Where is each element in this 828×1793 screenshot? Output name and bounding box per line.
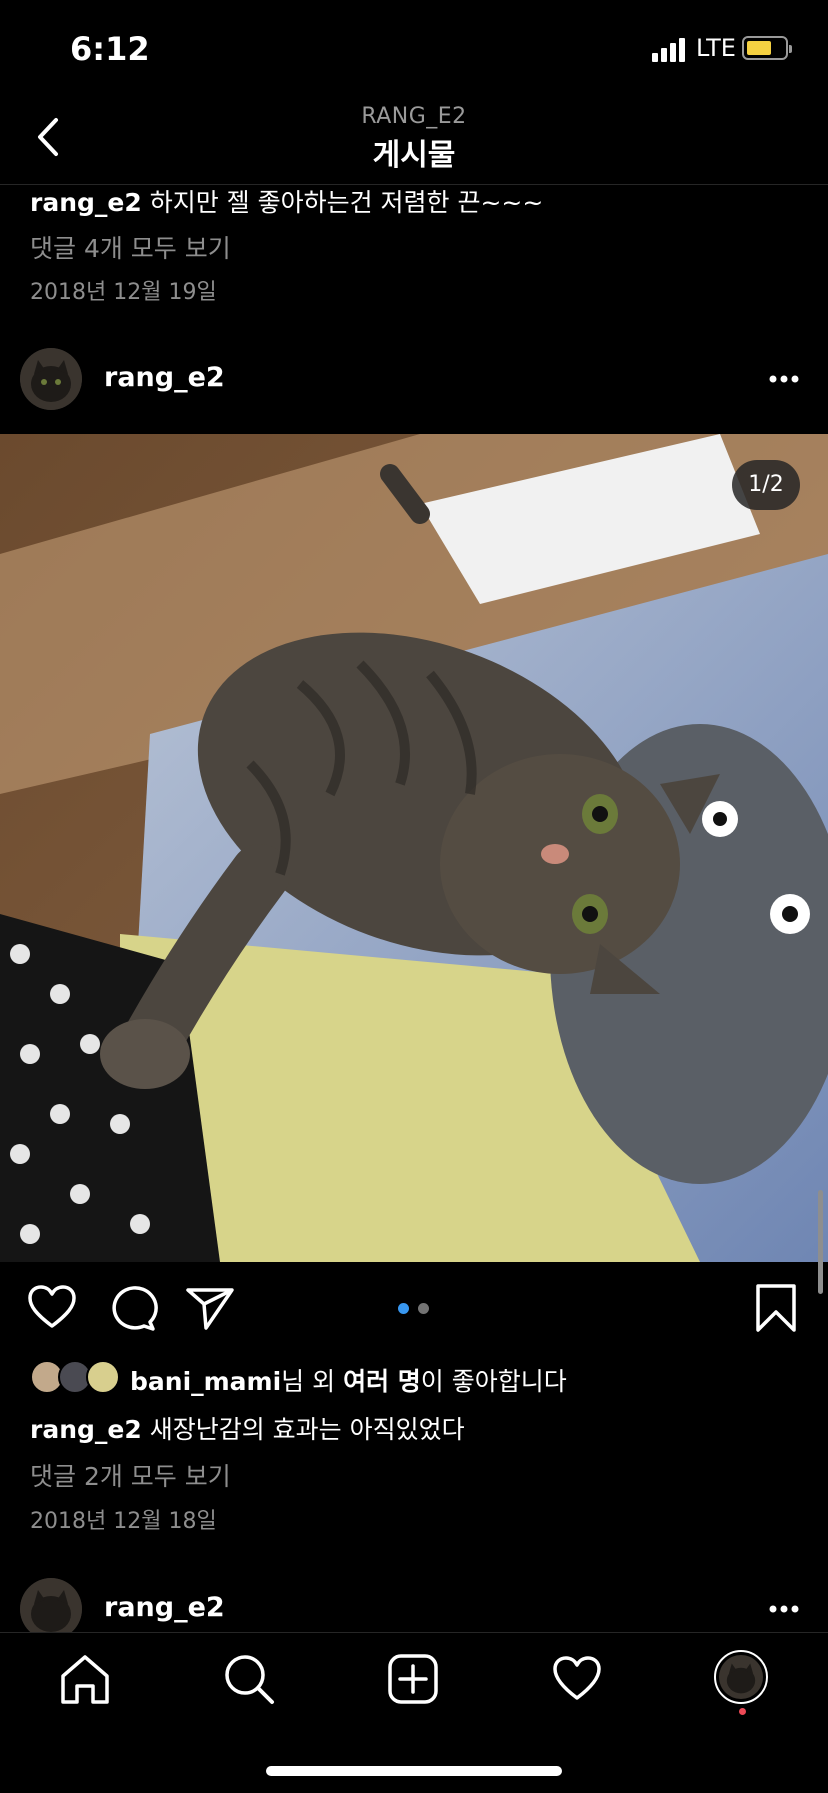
likes-suffix: 이 좋아합니다	[420, 1367, 567, 1396]
status-time: 6:12	[70, 30, 150, 68]
more-options-icon[interactable]	[768, 374, 800, 384]
view-comments-link[interactable]: 댓글 2개 모두 보기	[30, 1457, 231, 1493]
post-username[interactable]: rang_e2	[104, 362, 225, 393]
liker-username[interactable]: bani_mami	[130, 1367, 281, 1396]
caption-text: 새장난감의 효과는 아직있었다	[141, 1415, 465, 1444]
profile-tab[interactable]	[714, 1650, 768, 1704]
carousel-dot	[398, 1303, 409, 1314]
post-caption: rang_e2 새장난감의 효과는 아직있었다	[30, 1410, 465, 1446]
likes-others[interactable]: 여러 명	[343, 1367, 421, 1396]
comment-icon[interactable]	[106, 1282, 158, 1334]
photo-counter: 1/2	[732, 460, 800, 510]
header-username: RANG_E2	[361, 104, 467, 129]
likes-summary[interactable]: bani_mami님 외 여러 명이 좋아합니다	[130, 1362, 567, 1398]
share-icon[interactable]	[184, 1282, 236, 1334]
post-username[interactable]: rang_e2	[104, 1592, 225, 1623]
view-comments-link[interactable]: 댓글 4개 모두 보기	[30, 229, 231, 265]
search-icon[interactable]	[222, 1652, 276, 1706]
profile-avatar	[719, 1655, 763, 1699]
liker-avatar	[86, 1360, 120, 1394]
more-options-icon[interactable]	[768, 1604, 800, 1614]
post-date: 2018년 12월 18일	[30, 1509, 217, 1534]
prev-post-caption: rang_e2 하지만 젤 좋아하는건 저렴한 끈~~~	[30, 183, 543, 219]
post-photo[interactable]	[0, 434, 828, 1262]
carousel-dot	[418, 1303, 429, 1314]
likes-text: 님 외	[281, 1367, 344, 1396]
battery-icon	[742, 36, 792, 60]
caption-text: 하지만 젤 좋아하는건 저렴한 끈~~~	[141, 188, 544, 217]
create-post-icon[interactable]	[386, 1652, 440, 1706]
home-icon[interactable]	[58, 1652, 112, 1706]
activity-heart-icon[interactable]	[550, 1652, 604, 1706]
home-indicator	[266, 1766, 562, 1776]
post-date: 2018년 12월 19일	[30, 280, 217, 305]
avatar[interactable]	[20, 1578, 82, 1640]
caption-username[interactable]: rang_e2	[30, 1415, 142, 1444]
bookmark-icon[interactable]	[750, 1282, 802, 1334]
page-title: 게시물	[372, 138, 456, 173]
heart-icon[interactable]	[26, 1282, 78, 1334]
network-type: LTE	[696, 34, 736, 62]
signal-icon	[652, 38, 686, 62]
avatar[interactable]	[20, 348, 82, 410]
notification-dot	[739, 1708, 746, 1715]
caption-username[interactable]: rang_e2	[30, 188, 142, 217]
scrollbar[interactable]	[818, 1190, 823, 1294]
